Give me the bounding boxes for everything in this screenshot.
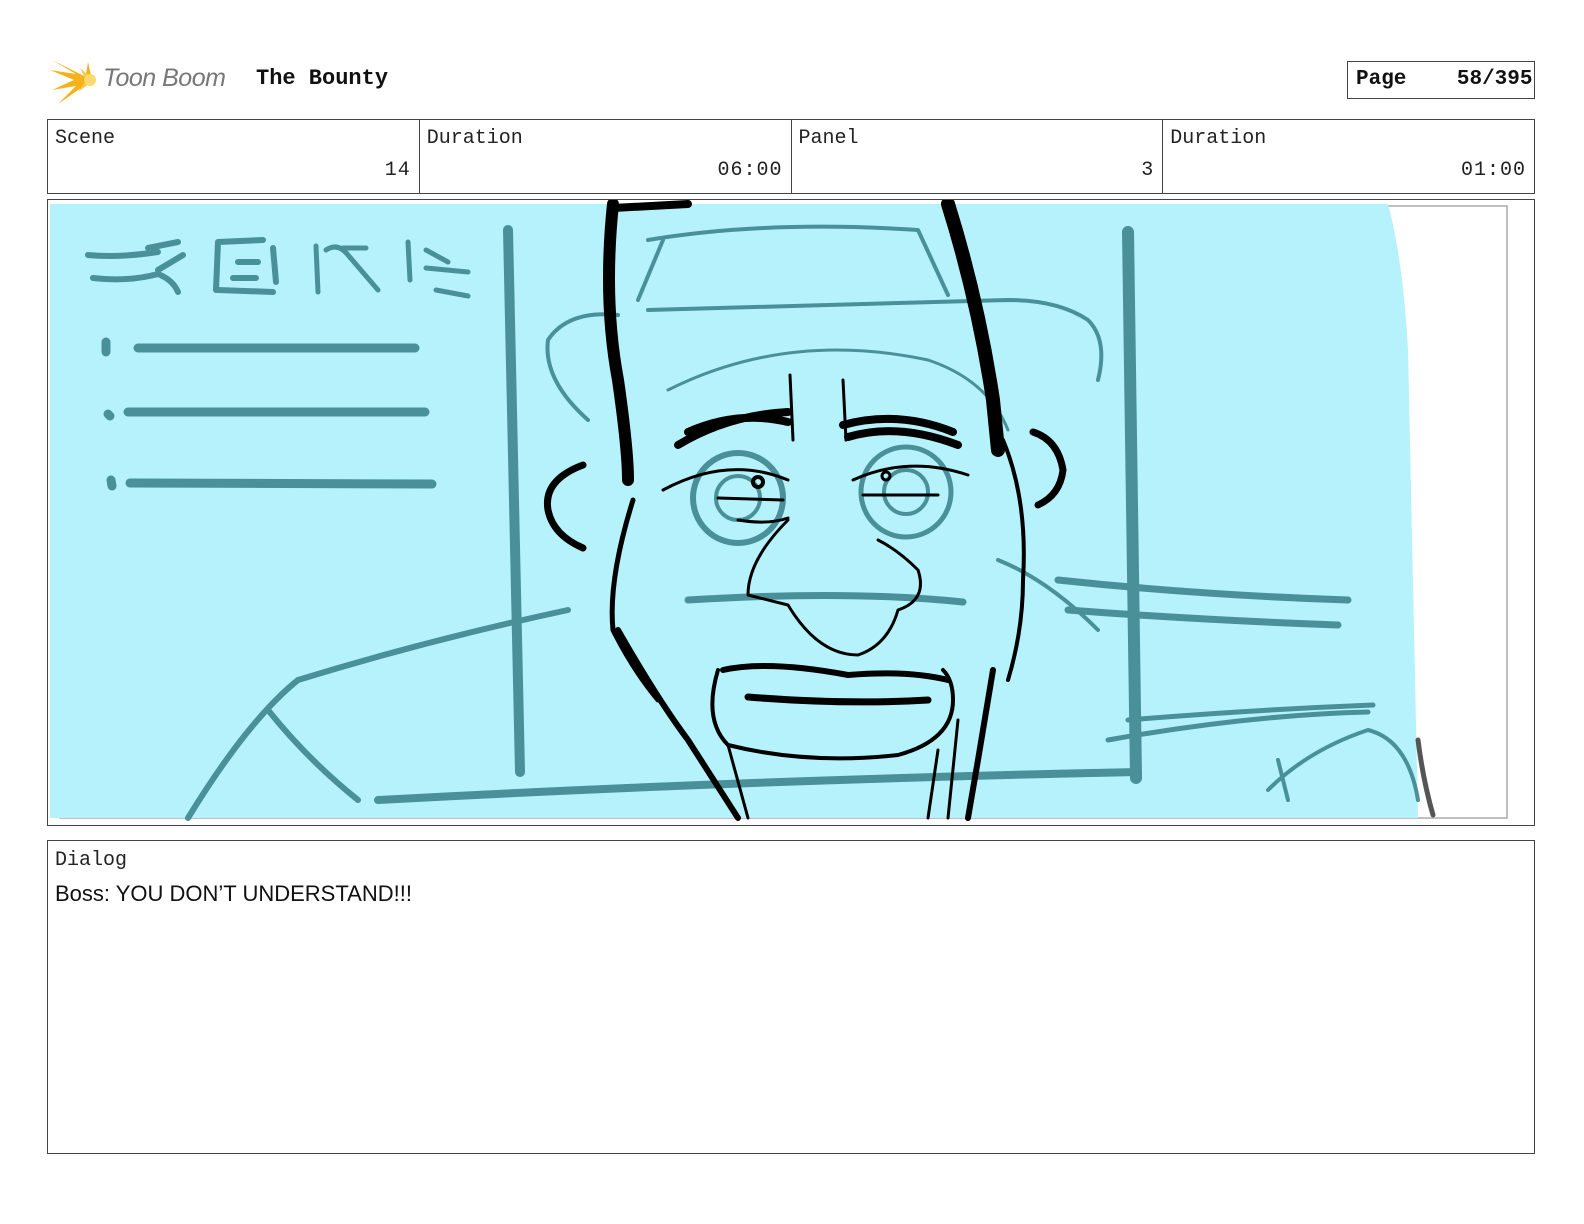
panel-duration-label: Duration xyxy=(1170,127,1267,150)
panel-duration-cell: Duration 01:00 xyxy=(1163,120,1534,193)
panel-label: Panel xyxy=(798,127,859,150)
dialog-box: Dialog Boss: YOU DON’T UNDERSTAND!!! xyxy=(47,840,1535,1154)
page-indicator: Page 58/395 xyxy=(1347,61,1535,99)
scene-value: 14 xyxy=(384,159,411,182)
scene-duration-cell: Duration 06:00 xyxy=(420,120,792,193)
page-number: 58/395 xyxy=(1456,68,1533,91)
storyboard-panel xyxy=(47,199,1535,826)
scene-info-bar: Scene 14 Duration 06:00 Panel 3 Duration… xyxy=(47,119,1535,194)
dialog-label: Dialog xyxy=(55,849,128,872)
panel-duration-value: 01:00 xyxy=(1460,159,1526,182)
page-label: Page xyxy=(1356,68,1407,91)
starburst-icon xyxy=(50,60,96,104)
scene-label: Scene xyxy=(55,127,116,150)
logo-text: Toon Boom xyxy=(103,64,226,92)
toon-boom-logo: Toon Boom xyxy=(50,56,240,106)
panel-cell: Panel 3 xyxy=(792,120,1164,193)
scene-duration-value: 06:00 xyxy=(717,159,783,182)
scene-duration-label: Duration xyxy=(426,127,523,150)
dialog-text: Boss: YOU DON’T UNDERSTAND!!! xyxy=(55,881,412,906)
storyboard-sketch xyxy=(50,200,1508,821)
panel-value: 3 xyxy=(1141,159,1155,182)
project-title: The Bounty xyxy=(256,66,389,91)
scene-cell: Scene 14 xyxy=(48,120,420,193)
